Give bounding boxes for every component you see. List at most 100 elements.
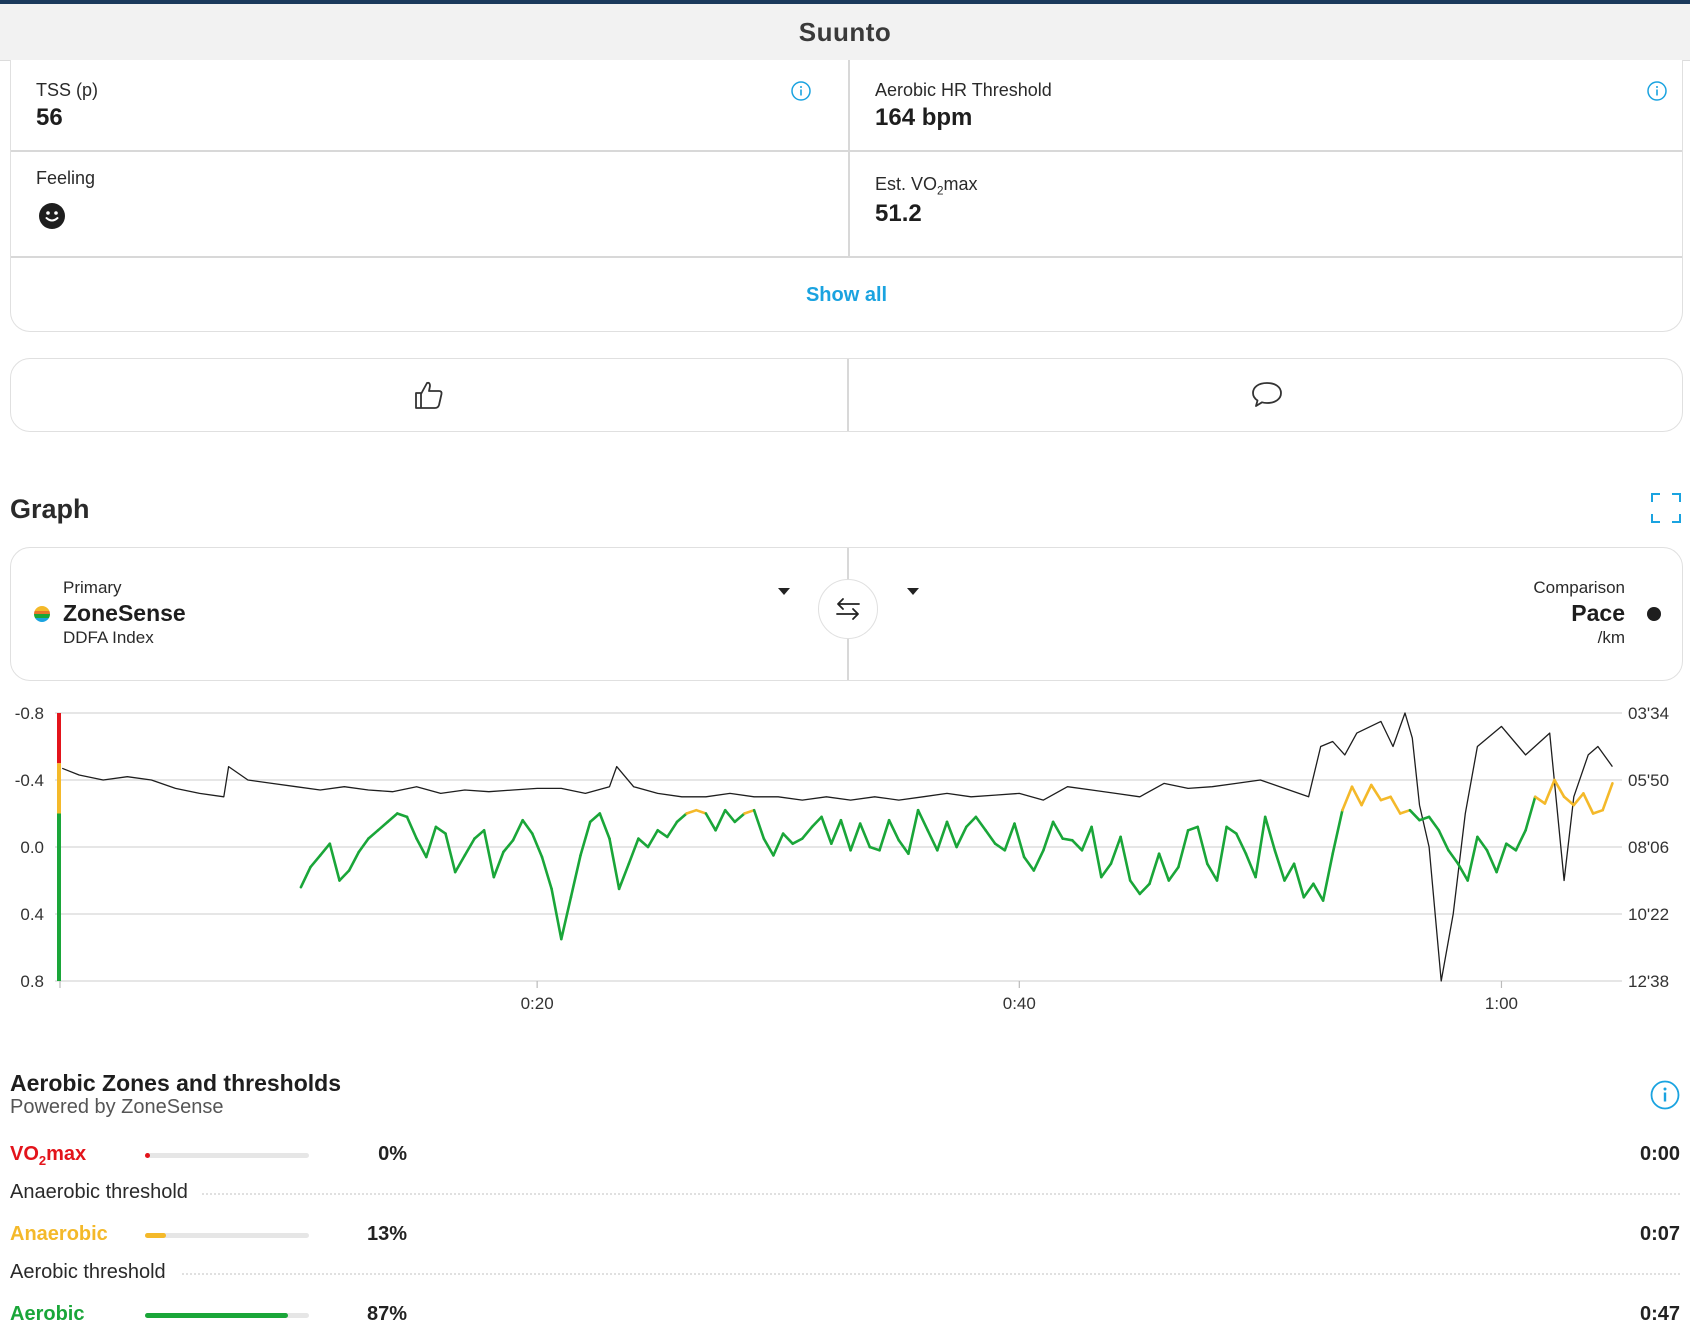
ddfa-segment bbox=[1360, 783, 1373, 807]
info-icon[interactable] bbox=[1647, 81, 1667, 101]
right-axis-labels: 03'34 05'50 08'06 10'22 12'38 bbox=[1628, 704, 1669, 991]
comparison-metric-name: Pace bbox=[1571, 600, 1625, 626]
ddfa-segment bbox=[858, 822, 872, 849]
comment-button[interactable] bbox=[849, 359, 1685, 431]
threshold-row: Aerobic threshold bbox=[10, 1257, 1680, 1293]
zonesense-pace-chart[interactable]: -0.8 -0.4 0.0 0.4 0.8 03'34 05'50 08'06 10'22 12… bbox=[0, 695, 1690, 1040]
primary-metric-sub: DDFA Index bbox=[63, 628, 154, 647]
ddfa-segment bbox=[878, 818, 891, 852]
ddfa-segment bbox=[1225, 825, 1238, 835]
zone-progress-track bbox=[145, 1153, 309, 1158]
ddfa-segment bbox=[723, 808, 737, 824]
ddfa-segment bbox=[1389, 795, 1402, 815]
ddfa-segment bbox=[1138, 882, 1151, 896]
ddfa-segment bbox=[887, 818, 901, 842]
zone-color-band bbox=[57, 713, 61, 981]
ddfa-segment bbox=[1119, 835, 1132, 882]
zone-progress-fill bbox=[145, 1313, 288, 1318]
ddfa-segment bbox=[588, 812, 602, 824]
ddfa-segment bbox=[299, 865, 312, 889]
info-icon[interactable] bbox=[1650, 1080, 1680, 1110]
ddfa-segment bbox=[617, 862, 631, 891]
graph-title: Graph bbox=[10, 494, 90, 524]
ddfa-segment bbox=[1350, 785, 1363, 807]
comparison-dot-icon bbox=[1647, 607, 1661, 621]
ddfa-segment bbox=[1447, 849, 1460, 866]
fullscreen-icon[interactable] bbox=[1650, 492, 1682, 524]
stats-card: TSS (p) 56 Aerobic HR Threshold 164 bpm … bbox=[10, 60, 1683, 332]
zone-percent: 0% bbox=[378, 1143, 407, 1165]
ddfa-segment bbox=[386, 812, 399, 824]
threshold-divider bbox=[10, 1193, 1680, 1195]
primary-selector[interactable]: Primary ZoneSense DDFA Index bbox=[11, 548, 847, 680]
ddfa-segment bbox=[328, 842, 341, 882]
app-header: Suunto bbox=[0, 4, 1690, 61]
ddfa-segment bbox=[704, 812, 717, 832]
zone-band-segment bbox=[57, 763, 61, 814]
ddfa-segment bbox=[752, 808, 766, 840]
threshold-divider bbox=[10, 1273, 1680, 1275]
info-icon[interactable] bbox=[791, 81, 811, 101]
x-tick-label: 0:20 bbox=[521, 994, 554, 1013]
ddfa-segment bbox=[540, 855, 553, 891]
ddfa-segment bbox=[395, 812, 409, 819]
zone-name: Aerobic bbox=[10, 1303, 85, 1325]
ddfa-segment bbox=[1533, 795, 1547, 805]
ddfa-segment bbox=[1148, 852, 1161, 886]
right-tick-label: 12'38 bbox=[1628, 972, 1669, 991]
ddfa-segment bbox=[916, 808, 930, 832]
ddfa-segment bbox=[955, 825, 968, 849]
ddfa-segment bbox=[424, 825, 438, 859]
ddfa-segment bbox=[974, 815, 987, 832]
ddfa-segment bbox=[434, 825, 447, 835]
ddfa-segment bbox=[646, 829, 660, 849]
ddfa-segment bbox=[1572, 792, 1585, 807]
ddfa-segment bbox=[829, 818, 843, 845]
zone-time: 0:00 bbox=[1639, 1143, 1680, 1165]
ddfa-segment bbox=[1244, 852, 1257, 879]
ddfa-segment bbox=[1003, 822, 1016, 852]
ddfa-segment bbox=[453, 854, 467, 874]
ddfa-segment bbox=[482, 829, 496, 879]
ddfa-segment bbox=[1100, 862, 1113, 879]
ddfa-segment bbox=[733, 812, 746, 824]
ddfa-segment bbox=[1591, 808, 1604, 815]
smiley-face-icon bbox=[39, 203, 65, 229]
ddfa-segment bbox=[367, 829, 380, 840]
ddfa-segment bbox=[800, 825, 814, 840]
ddfa-segment bbox=[473, 829, 486, 840]
ddfa-segment bbox=[1196, 825, 1209, 866]
thumbs-up-icon bbox=[415, 381, 443, 409]
comparison-selector[interactable]: Comparison Pace /km bbox=[849, 548, 1682, 680]
ddfa-segment bbox=[1283, 862, 1296, 882]
x-tick-label: 0:40 bbox=[1003, 994, 1036, 1013]
zone-band-segment bbox=[57, 713, 61, 764]
show-all-button[interactable]: Show all bbox=[11, 258, 1682, 332]
stat-value: 56 bbox=[36, 104, 63, 131]
ddfa-segment bbox=[675, 812, 688, 824]
like-button[interactable] bbox=[11, 359, 847, 431]
left-tick-label: -0.8 bbox=[15, 704, 44, 723]
stat-aerobic-hr-threshold: Aerobic HR Threshold 164 bpm bbox=[850, 60, 1684, 150]
ddfa-segment bbox=[1273, 849, 1286, 882]
zone-name: VO2max bbox=[10, 1143, 87, 1168]
ddfa-segment bbox=[637, 837, 650, 849]
chevron-down-icon bbox=[778, 588, 790, 595]
ddfa-segment bbox=[1398, 808, 1412, 815]
stats-grid: TSS (p) 56 Aerobic HR Threshold 164 bpm … bbox=[11, 60, 1682, 258]
ddfa-segment bbox=[1302, 882, 1315, 899]
ddfa-segment bbox=[1485, 849, 1498, 874]
ddfa-segment bbox=[338, 869, 351, 882]
ddfa-segment bbox=[309, 854, 322, 869]
zone-progress-track bbox=[145, 1233, 309, 1238]
ddfa-segment bbox=[357, 837, 370, 854]
chevron-down-icon bbox=[907, 588, 919, 595]
stat-tss: TSS (p) 56 bbox=[11, 60, 848, 150]
zone-progress-track bbox=[145, 1313, 309, 1318]
ddfa-segment bbox=[1379, 795, 1392, 802]
ddfa-segment bbox=[1562, 795, 1576, 807]
ddfa-segment bbox=[935, 820, 949, 852]
threshold-row: Anaerobic threshold bbox=[10, 1177, 1680, 1213]
threshold-label: Anaerobic threshold bbox=[10, 1181, 202, 1204]
ddfa-segment bbox=[849, 822, 862, 852]
